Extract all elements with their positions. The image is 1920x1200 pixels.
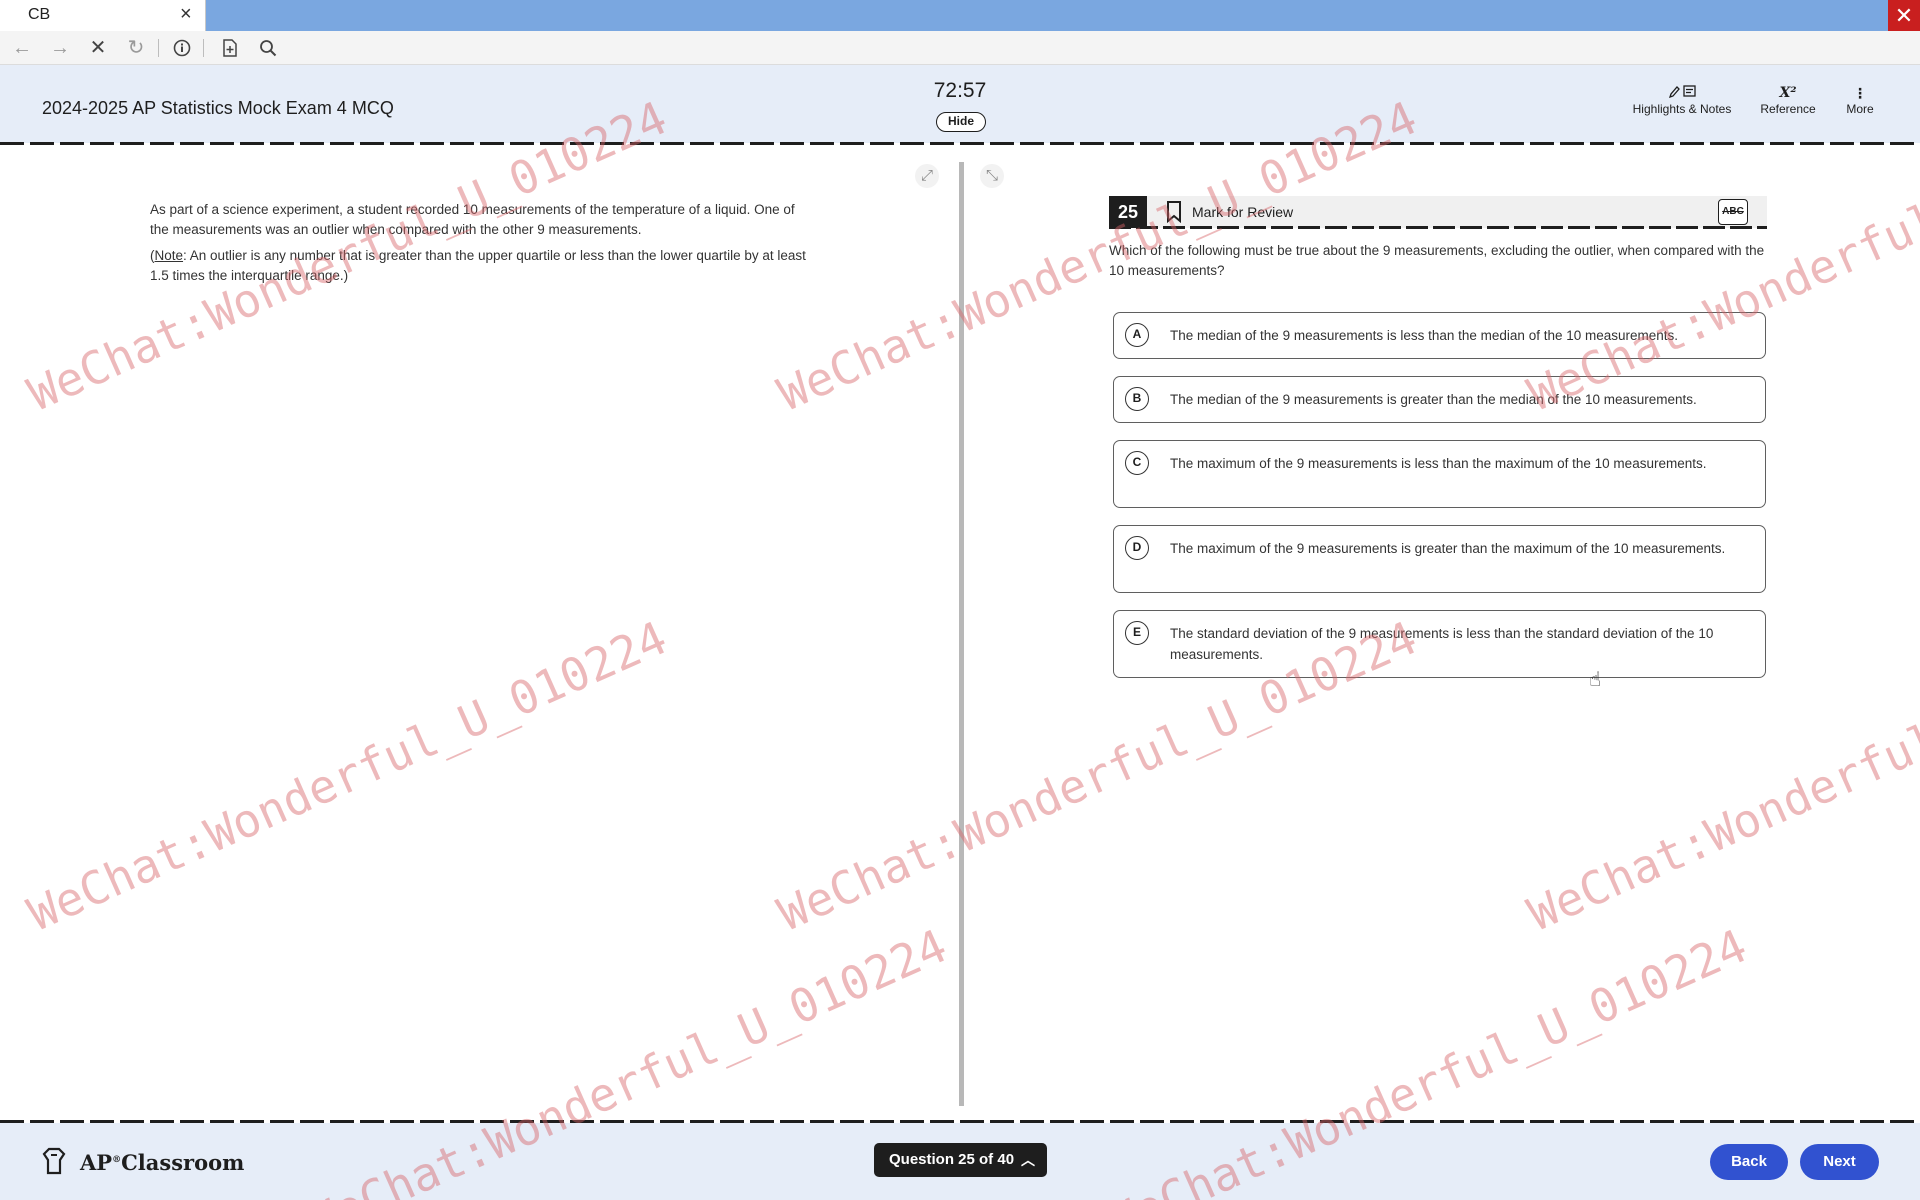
note-text: : An outlier is any number that is great… [150, 248, 806, 283]
answer-choice-d[interactable]: D The maximum of the 9 measurements is g… [1113, 525, 1766, 593]
tab-close-icon[interactable]: × [180, 3, 192, 26]
back-button[interactable]: Back [1710, 1144, 1788, 1180]
passage-paragraph: As part of a science experiment, a stude… [150, 202, 795, 237]
more-button[interactable]: ⋮ More [1840, 85, 1880, 116]
answer-choice-e[interactable]: E The standard deviation of the 9 measur… [1113, 610, 1766, 678]
reload-icon[interactable]: ↻ [122, 35, 150, 61]
answer-choice-b[interactable]: B The median of the 9 measurements is gr… [1113, 376, 1766, 423]
choice-text: The standard deviation of the 9 measurem… [1170, 626, 1714, 662]
brand-registered: ® [112, 1155, 122, 1165]
stop-loading-icon[interactable]: ✕ [84, 35, 112, 61]
browser-toolbar: ← → ✕ ↻ [0, 31, 1920, 65]
choice-letter: B [1125, 387, 1149, 411]
toolbar-divider [158, 39, 159, 57]
search-icon[interactable] [254, 35, 282, 61]
highlighter-note-icon [1630, 85, 1734, 102]
bookmark-icon[interactable] [1166, 201, 1182, 223]
chevron-up-icon: ︿ [1021, 1152, 1035, 1168]
choice-text: The maximum of the 9 measurements is les… [1170, 456, 1707, 471]
choice-letter: A [1125, 323, 1149, 347]
hand-cursor-icon: ☝ [1589, 669, 1602, 691]
exam-footer: AP®Classroom Question 25 of 40 ︿ Back Ne… [0, 1123, 1920, 1200]
question-navigator-button[interactable]: Question 25 of 40 ︿ [874, 1143, 1047, 1177]
more-label: More [1846, 102, 1874, 116]
passage: As part of a science experiment, a stude… [150, 200, 810, 292]
app-window: CB × ✕ ← → ✕ ↻ 2024-2025 AP Statistics M… [0, 0, 1920, 1200]
choice-text: The median of the 9 measurements is grea… [1170, 392, 1697, 407]
formula-icon: X² [1779, 85, 1797, 101]
panel-resize-divider[interactable] [959, 162, 964, 1106]
next-button[interactable]: Next [1800, 1144, 1879, 1180]
highlights-notes-button[interactable]: Highlights & Notes [1630, 85, 1734, 116]
ap-torch-logo-icon [42, 1147, 66, 1175]
highlights-notes-label: Highlights & Notes [1632, 102, 1732, 116]
info-icon[interactable] [168, 35, 196, 61]
expand-panel-icon[interactable]: ⤢ [915, 164, 939, 188]
add-document-icon[interactable] [216, 35, 244, 61]
question-bar-divider [1109, 226, 1767, 229]
ap-classroom-brand: AP®Classroom [80, 1150, 244, 1175]
watermark-text: WeChat:Wonderful_U_010224 [20, 610, 675, 942]
window-close-button[interactable]: ✕ [1888, 0, 1920, 31]
choice-letter: E [1125, 621, 1149, 645]
brand-ap: AP [80, 1150, 113, 1175]
question-header-bar: 25 Mark for Review ABC [1109, 196, 1767, 228]
browser-tab[interactable]: CB × [0, 0, 206, 31]
brand-classroom: Classroom [121, 1150, 245, 1175]
collapse-panel-icon[interactable]: ⤡ [980, 164, 1004, 188]
hide-timer-button[interactable]: Hide [936, 112, 986, 132]
question-stem: Which of the following must be true abou… [1109, 243, 1765, 278]
answer-eliminator-button[interactable]: ABC [1718, 199, 1748, 225]
question-number: 25 [1109, 196, 1147, 228]
question-nav-label: Question 25 of 40 [889, 1151, 1015, 1168]
toolbar-divider [203, 39, 204, 57]
more-vertical-icon: ⋮ [1853, 85, 1867, 101]
passage-note: (Note: An outlier is any number that is … [150, 246, 810, 286]
answer-choice-a[interactable]: A The median of the 9 measurements is le… [1113, 312, 1766, 359]
choice-letter: C [1125, 451, 1149, 475]
answer-choice-c[interactable]: C The maximum of the 9 measurements is l… [1113, 440, 1766, 508]
exam-header: 2024-2025 AP Statistics Mock Exam 4 MCQ … [0, 65, 1920, 143]
back-arrow-icon[interactable]: ← [8, 35, 36, 61]
header-divider [0, 142, 1920, 145]
choice-letter: D [1125, 536, 1149, 560]
choice-text: The median of the 9 measurements is less… [1170, 328, 1679, 343]
note-label: Note [154, 248, 184, 263]
reference-button[interactable]: X² Reference [1756, 85, 1820, 116]
choice-text: The maximum of the 9 measurements is gre… [1170, 541, 1726, 556]
tab-title: CB [28, 6, 51, 23]
forward-arrow-icon[interactable]: → [46, 35, 74, 61]
mark-for-review-button[interactable]: Mark for Review [1192, 204, 1293, 220]
reference-label: Reference [1760, 102, 1816, 116]
browser-tab-strip: CB × ✕ [0, 0, 1920, 31]
